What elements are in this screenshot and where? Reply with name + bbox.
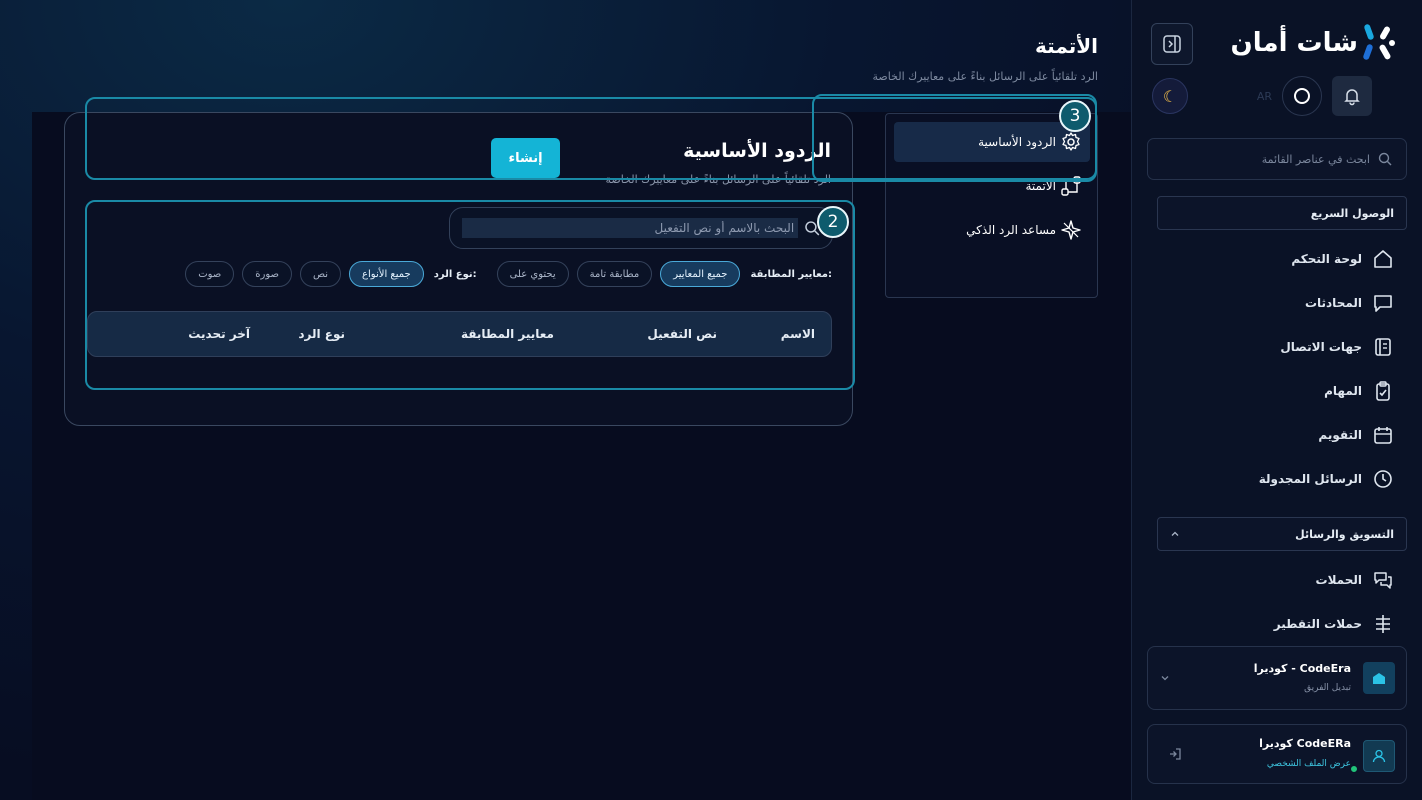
drip-icon [1376, 615, 1390, 633]
gear-icon [1062, 132, 1080, 151]
chip-text[interactable]: نص [300, 261, 342, 287]
collapse-sidebar-button[interactable] [1151, 23, 1193, 65]
user-icon [1372, 749, 1386, 763]
circle-status-icon [1294, 88, 1310, 104]
annotation-marker-3: 3 [1059, 100, 1091, 132]
subnav-item-label: الأتمتة [1025, 179, 1056, 193]
status-button[interactable] [1282, 76, 1322, 116]
sidebar-search-input[interactable] [1170, 152, 1370, 166]
user-profile-card[interactable]: كوديرا CodeERa عرض الملف الشخصي [1147, 724, 1407, 784]
logo-mark-icon [1363, 24, 1395, 60]
marketing-header[interactable]: التسويق والرسائل [1157, 517, 1407, 551]
column-name[interactable]: الاسم [781, 327, 815, 341]
subnav-item-label: الردود الأساسية [978, 135, 1056, 149]
team-avatar [1363, 662, 1395, 694]
sidebar-item-label: المحادثات [1304, 296, 1362, 310]
sidebar-item-contacts[interactable]: جهات الاتصال [1280, 332, 1394, 362]
sidebar-item-drip-campaigns[interactable]: حملات التقطير [1274, 609, 1394, 639]
sidebar-item-calendar[interactable]: التقويم [1318, 420, 1394, 450]
user-name: كوديرا CodeERa [1259, 737, 1351, 750]
sidebar-item-conversations[interactable]: المحادثات [1305, 288, 1394, 318]
card-title: الردود الأساسية [683, 140, 831, 162]
chip-audio[interactable]: صوت [185, 261, 235, 287]
sidebar-item-label: الرسائل المجدولة [1258, 472, 1362, 486]
page-subtitle: الرد تلقائياً على الرسائل بناءً على معاي… [872, 70, 1098, 83]
team-name: كوديرا - CodeEra [1253, 662, 1351, 675]
create-button[interactable]: إنشاء [491, 138, 560, 178]
match-criteria-label: معايير المطابقة: [750, 268, 832, 280]
contacts-icon [1375, 338, 1391, 356]
sidebar-item-label: التقويم [1318, 428, 1362, 442]
team-switcher[interactable]: كوديرا - CodeEra تبديل الفريق [1147, 646, 1407, 710]
sidebar-item-dashboard[interactable]: لوحة التحكم [1291, 244, 1394, 274]
annotation-marker-2: 2 [817, 206, 849, 238]
notifications-button[interactable] [1332, 76, 1372, 116]
sidebar-item-scheduled-messages[interactable]: الرسائل المجدولة [1259, 464, 1394, 494]
logo-text: شات أمان [1230, 28, 1358, 58]
theme-toggle-button[interactable]: ☾ [1152, 78, 1188, 114]
replies-table-header: الاسم نص التفعيل معايير المطابقة نوع الر… [87, 311, 832, 357]
subnav-item-automation[interactable]: الأتمتة [894, 166, 1090, 206]
chevron-down-icon [1161, 676, 1169, 681]
card-subtitle: الرد تلقائياً على الرسائل بناءً على معاي… [605, 173, 831, 186]
sidebar-item-label: لوحة التحكم [1291, 252, 1362, 266]
column-last-updated[interactable]: آخر تحديث [188, 327, 250, 341]
flow-icon [1061, 176, 1081, 196]
language-label[interactable]: AR [1257, 90, 1272, 103]
moon-icon: ☾ [1162, 86, 1178, 106]
chip-exact-match[interactable]: مطابقة تامة [576, 261, 653, 287]
top-actions: AR [1257, 76, 1372, 116]
sidebar-search[interactable] [1147, 138, 1407, 180]
campaign-icon [1374, 572, 1392, 589]
sidebar-item-label: المهام [1324, 384, 1362, 398]
chat-icon [1374, 295, 1392, 312]
subnav-item-basic-replies[interactable]: الردود الأساسية [894, 122, 1090, 162]
building-icon [1373, 673, 1385, 684]
logo: شات أمان [1231, 22, 1396, 64]
replies-search-input[interactable] [462, 218, 799, 238]
switch-team-label: تبديل الفريق [1304, 683, 1351, 693]
calendar-icon [1374, 427, 1392, 444]
subnav-item-label: مساعد الرد الذكي [966, 223, 1056, 237]
clock-icon [1374, 470, 1392, 488]
quick-access-title: الوصول السريع [1310, 206, 1394, 220]
filter-bar: معايير المطابقة: جميع المعايير مطابقة تا… [185, 261, 832, 287]
quick-access-header[interactable]: الوصول السريع [1157, 196, 1407, 230]
chip-image[interactable]: صورة [242, 261, 292, 287]
clipboard-icon [1376, 381, 1390, 401]
sidebar-item-tasks[interactable]: المهام [1324, 376, 1394, 406]
logout-icon[interactable] [1168, 747, 1182, 761]
column-trigger-text[interactable]: نص التفعيل [647, 327, 717, 341]
sidebar-item-label: حملات التقطير [1273, 617, 1362, 631]
sidebar-item-label: الحملات [1315, 573, 1362, 587]
panel-collapse-icon [1163, 35, 1181, 53]
online-status-dot [1350, 765, 1358, 773]
column-match-criteria[interactable]: معايير المطابقة [461, 327, 554, 341]
reply-type-label: نوع الرد: [433, 268, 477, 280]
marketing-title: التسويق والرسائل [1295, 527, 1394, 541]
sidebar: شات أمان AR ☾ الوصول السريع لوحة التحكم [1131, 0, 1422, 800]
search-icon [1378, 152, 1392, 166]
automation-subnav: الردود الأساسية الأتمتة مساعد الرد الذكي [885, 113, 1098, 298]
sidebar-item-label: جهات الاتصال [1280, 340, 1362, 354]
bell-icon [1344, 89, 1360, 106]
replies-search[interactable] [449, 207, 833, 249]
sparkle-icon [1061, 220, 1081, 240]
basic-replies-card: الردود الأساسية الرد تلقائياً على الرسائ… [64, 112, 853, 426]
page-title: الأتمتة [1035, 34, 1098, 58]
chip-all-types[interactable]: جميع الأنواع [349, 261, 424, 287]
sidebar-item-campaigns[interactable]: الحملات [1316, 565, 1394, 595]
chip-all-criteria[interactable]: جميع المعايير [660, 261, 741, 287]
view-profile-link[interactable]: عرض الملف الشخصي [1267, 759, 1351, 769]
subnav-item-smart-reply[interactable]: مساعد الرد الذكي [894, 210, 1090, 250]
chip-contains[interactable]: يحتوي على [496, 261, 569, 287]
home-icon [1374, 250, 1392, 268]
user-avatar [1363, 740, 1395, 772]
column-reply-type[interactable]: نوع الرد [298, 327, 345, 341]
chevron-up-icon [1171, 531, 1179, 536]
